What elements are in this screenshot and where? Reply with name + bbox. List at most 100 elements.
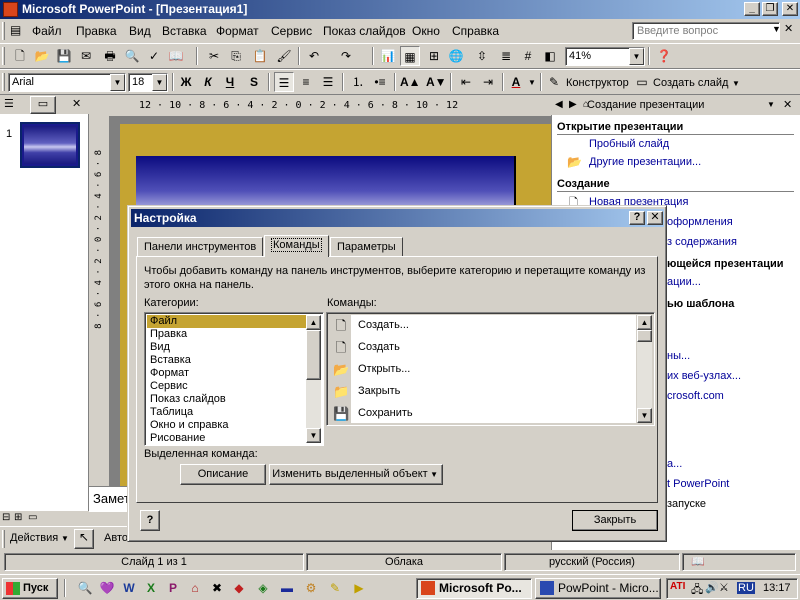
undo-icon[interactable]: ↶	[304, 46, 324, 66]
add-network-place-link[interactable]: а...	[667, 458, 682, 470]
menu-edit[interactable]: Правка	[76, 24, 117, 38]
close-icon[interactable]: ✕	[783, 98, 792, 111]
back-arrow-icon[interactable]: ◀	[555, 99, 563, 110]
normal-view-icon[interactable]: ⊟	[2, 512, 10, 523]
spelling-status-icon[interactable]: 📖	[682, 553, 796, 571]
slideshow-view-icon[interactable]: ▭	[28, 512, 37, 523]
menu-window[interactable]: Окно	[412, 24, 440, 38]
category-item[interactable]: Правка	[147, 328, 307, 341]
select-arrow-icon[interactable]: ↖	[74, 529, 94, 549]
permission-icon[interactable]: ✉	[76, 46, 96, 66]
help-icon[interactable]: ?	[629, 211, 645, 225]
menu-tools[interactable]: Сервис	[271, 24, 312, 38]
help-question-input[interactable]: Введите вопрос	[632, 22, 780, 40]
font-size-combo[interactable]: 18 ▼	[128, 73, 168, 92]
command-item[interactable]: 🗋 Создать	[329, 337, 639, 359]
insert-chart-icon[interactable]: 📊	[378, 46, 398, 66]
designer-icon[interactable]: ✎	[544, 72, 564, 92]
copy-icon[interactable]: ⎘	[226, 46, 246, 66]
categories-scrollbar[interactable]: ▲ ▼	[306, 315, 321, 443]
save-icon[interactable]: 💾	[54, 46, 74, 66]
start-button[interactable]: Пуск	[2, 578, 58, 599]
maximize-button[interactable]: ❐	[762, 2, 778, 16]
align-left-icon[interactable]: ☰	[274, 72, 294, 92]
new-slide-icon[interactable]: ▭	[632, 72, 652, 92]
pen-icon[interactable]: ✎	[326, 579, 344, 597]
help-dropdown-arrow[interactable]: ▼	[772, 24, 781, 34]
increase-indent-icon[interactable]: ⇥	[478, 72, 498, 92]
chevron-down-icon[interactable]: ▼	[528, 78, 536, 87]
show-grid-icon[interactable]: #	[518, 46, 538, 66]
expand-all-icon[interactable]: ⇳	[472, 46, 492, 66]
from-existing-link[interactable]: ации...	[667, 276, 701, 288]
category-item[interactable]: Файл	[147, 315, 307, 328]
category-item[interactable]: Показ слайдов	[147, 393, 307, 406]
menu-format[interactable]: Формат	[216, 24, 259, 38]
menu-file[interactable]: Файл	[32, 24, 62, 38]
publisher-icon[interactable]: P	[164, 579, 182, 597]
tab-commands[interactable]: Команды	[264, 235, 329, 257]
ati-icon[interactable]: ATI	[670, 581, 685, 592]
tab-options[interactable]: Параметры	[330, 237, 403, 257]
from-content-link[interactable]: з содержания	[667, 236, 737, 248]
access-icon[interactable]: ⌂	[186, 579, 204, 597]
decrease-font-icon[interactable]: A▼	[426, 72, 447, 92]
print-icon[interactable]: 🖶	[100, 46, 120, 66]
status-design[interactable]: Облака	[306, 553, 502, 571]
designer-button[interactable]: Конструктор	[566, 77, 629, 89]
web-templates-link[interactable]: их веб-узлах...	[667, 370, 741, 382]
chevron-down-icon[interactable]: ▼	[732, 79, 740, 88]
document-icon[interactable]: ▤	[10, 23, 21, 37]
tables-borders-icon[interactable]: ⊞	[424, 46, 444, 66]
increase-font-icon[interactable]: A▲	[400, 72, 421, 92]
new-slide-button[interactable]: Создать слайд	[653, 77, 728, 89]
description-button[interactable]: Описание	[180, 464, 266, 485]
command-item[interactable]: 📁 Закрыть	[329, 381, 639, 403]
autoshapes-menu[interactable]: Авто	[104, 532, 128, 544]
command-item[interactable]: 🗋 Создать...	[329, 315, 639, 337]
preview-icon[interactable]: 🔍	[122, 46, 142, 66]
menu-help[interactable]: Справка	[452, 24, 499, 38]
shadow-button[interactable]: S	[244, 72, 264, 92]
research-icon[interactable]: 📖	[166, 46, 186, 66]
modify-selection-button[interactable]: Изменить выделенный объект ▼	[269, 464, 443, 485]
taskbar-powerpoint-button[interactable]: Microsoft Po...	[416, 578, 532, 599]
align-center-icon[interactable]: ≡	[296, 72, 316, 92]
align-right-icon[interactable]: ☰	[318, 72, 338, 92]
chevron-down-icon[interactable]: ▼	[152, 74, 167, 91]
minimize-button[interactable]: _	[744, 2, 760, 16]
decrease-indent-icon[interactable]: ⇤	[456, 72, 476, 92]
help-icon[interactable]: ❓	[654, 46, 674, 66]
close-button[interactable]: ✕	[782, 2, 798, 16]
task-pane-title[interactable]: Создание презентации	[587, 99, 704, 111]
toolbar-grip[interactable]	[2, 47, 5, 65]
language-indicator[interactable]: RU	[737, 582, 755, 594]
powerpoint-app-icon[interactable]	[3, 2, 18, 17]
office-online-templates-link[interactable]: crosoft.com	[667, 390, 724, 402]
from-design-link[interactable]: оформления	[667, 216, 733, 228]
directx-icon[interactable]: ✖	[208, 579, 226, 597]
other-presentations-link[interactable]: Другие презентации...	[589, 156, 701, 168]
zoom-combo[interactable]: 41% ▼	[565, 47, 645, 66]
volume-icon[interactable]: 🔊	[705, 581, 719, 594]
categories-list[interactable]: Файл Правка Вид Вставка Формат Сервис Показ сл…	[144, 312, 324, 446]
category-item[interactable]: Формат	[147, 367, 307, 380]
menubar-grip[interactable]	[2, 22, 5, 40]
color-grayscale-icon[interactable]: ◧	[540, 46, 560, 66]
scroll-up-arrow[interactable]: ▲	[637, 315, 652, 330]
category-item[interactable]: Сервис	[147, 380, 307, 393]
command-item[interactable]: 📂 Открыть...	[329, 359, 639, 381]
menu-view[interactable]: Вид	[129, 24, 151, 38]
outline-tab-icon[interactable]: ☰	[4, 97, 14, 110]
sorter-view-icon[interactable]: ⊞	[14, 512, 22, 523]
bold-button[interactable]: Ж	[176, 72, 196, 92]
scroll-thumb[interactable]	[637, 330, 652, 342]
scroll-thumb[interactable]	[306, 330, 321, 380]
spelling-icon[interactable]: ✓	[144, 46, 164, 66]
menu-slideshow[interactable]: Показ слайдов	[323, 24, 406, 38]
cut-icon[interactable]: ✂	[204, 46, 224, 66]
category-item[interactable]: Таблица	[147, 406, 307, 419]
italic-button[interactable]: К	[198, 72, 218, 92]
category-item[interactable]: Вставка	[147, 354, 307, 367]
category-item[interactable]: Рисование	[147, 432, 307, 445]
